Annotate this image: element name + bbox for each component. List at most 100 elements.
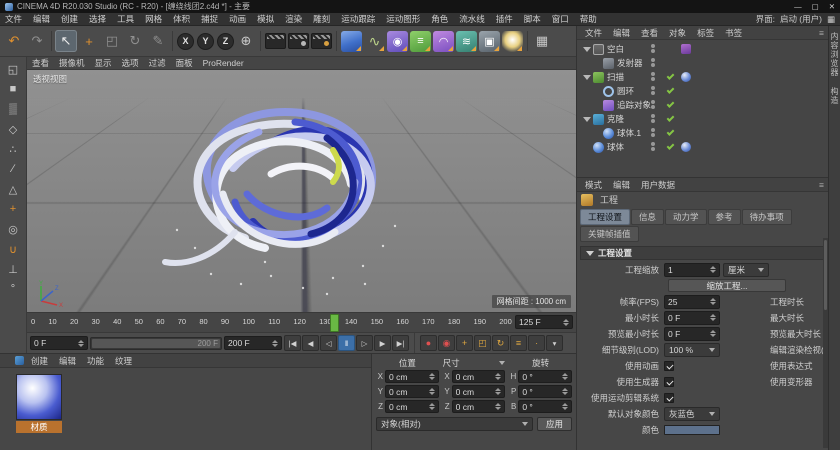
menu-item[interactable]: 角色 (426, 13, 453, 25)
panel-menu-icon[interactable]: ≡ (819, 180, 824, 190)
rotation-b-field[interactable]: 0 ° (518, 400, 572, 413)
coordinate-system-icon[interactable]: ⊕ (235, 30, 257, 52)
key-scale-button[interactable]: ◰ (474, 335, 491, 351)
visibility-dots[interactable] (651, 142, 655, 151)
autokey-button[interactable]: ◉ (438, 335, 455, 351)
object-row[interactable]: 克隆 (577, 112, 828, 126)
viewport-menu-item[interactable]: 摄像机 (54, 57, 90, 69)
tab-structure[interactable]: 构造 (829, 87, 840, 105)
scale-project-button[interactable]: 缩放工程... (668, 279, 786, 292)
coordinate-space-dropdown[interactable]: 对象(相对) (376, 417, 533, 431)
apply-button[interactable]: 应用 (537, 417, 572, 431)
color-swatch[interactable] (664, 425, 720, 435)
object-row[interactable]: 球体 (577, 140, 828, 154)
tangled-spline-object[interactable] (27, 70, 576, 312)
material-menu-item[interactable]: 纹理 (110, 355, 137, 367)
spinner[interactable] (269, 340, 278, 347)
minimize-button[interactable]: — (794, 2, 802, 11)
object-row[interactable]: 发射器 (577, 56, 828, 70)
object-manager-menu-item[interactable]: 查看 (636, 27, 663, 39)
project-scale-field[interactable]: 1 (664, 263, 720, 277)
close-button[interactable]: ✕ (829, 2, 835, 11)
min-time-field[interactable]: 0 F (664, 311, 720, 325)
visibility-dots[interactable] (651, 44, 655, 53)
menu-item[interactable]: 插件 (491, 13, 518, 25)
size-y-field[interactable]: 0 cm (452, 385, 506, 398)
menu-item[interactable]: 选择 (84, 13, 111, 25)
section-header[interactable]: 工程设置 (580, 246, 825, 260)
viewport-menu-item[interactable]: 选项 (117, 57, 144, 69)
render-view-button[interactable] (265, 33, 286, 49)
prev-key-button[interactable]: ◀ (302, 335, 319, 351)
object-row[interactable]: 圆环 (577, 84, 828, 98)
enable-axis-icon[interactable]: + (3, 199, 23, 219)
undo-icon[interactable]: ↶ (3, 30, 25, 52)
menu-item[interactable]: 模拟 (252, 13, 279, 25)
play-pause-button[interactable]: ‖ (338, 335, 355, 351)
position-z-field[interactable]: 0 cm (385, 400, 439, 413)
use-animation-checkbox[interactable] (664, 361, 674, 371)
next-frame-button[interactable]: ▷ (356, 335, 373, 351)
edit-render-settings-button[interactable] (311, 33, 332, 49)
expand-arrow-icon[interactable] (583, 75, 591, 80)
menu-item[interactable]: 网格 (140, 13, 167, 25)
attribute-tab[interactable]: 动力学 (665, 209, 707, 225)
render-to-picture-viewer-button[interactable] (288, 33, 309, 49)
menu-item[interactable]: 雕刻 (308, 13, 335, 25)
attribute-menu-item[interactable]: 模式 (580, 179, 607, 191)
make-editable-icon[interactable]: ◱ (3, 59, 23, 79)
rotate-tool[interactable]: ↻ (124, 30, 146, 52)
size-column-header[interactable]: 尺寸 (443, 357, 506, 369)
material-menu-item[interactable]: 创建 (26, 355, 53, 367)
polygons-mode-icon[interactable]: △ (3, 179, 23, 199)
keyframe-selection-button[interactable]: ▾ (546, 335, 563, 351)
enabled-check-icon[interactable] (667, 114, 675, 122)
next-key-button[interactable]: ▶ (374, 335, 391, 351)
object-row[interactable]: 扫描 (577, 70, 828, 84)
menu-item[interactable]: 窗口 (547, 13, 574, 25)
last-tool[interactable]: ✎ (147, 30, 169, 52)
enabled-check-icon[interactable] (667, 86, 675, 94)
visibility-dots[interactable] (651, 100, 655, 109)
visibility-dots[interactable] (651, 72, 655, 81)
viewport-menu-item[interactable]: 查看 (27, 57, 54, 69)
menu-item[interactable]: 体积 (168, 13, 195, 25)
object-row[interactable]: 球体.1 (577, 126, 828, 140)
viewport-menu-item[interactable]: ProRender (198, 58, 249, 68)
spinner[interactable] (560, 319, 569, 326)
lod-dropdown[interactable]: 100 % (664, 343, 720, 357)
viewport-solo-icon[interactable]: ◎ (3, 219, 23, 239)
maximize-button[interactable]: ▢ (812, 2, 819, 11)
menu-item[interactable]: 捕捉 (196, 13, 223, 25)
panel-menu-icon[interactable]: ≡ (819, 28, 824, 38)
menu-item[interactable]: 流水线 (454, 13, 490, 25)
attribute-tab[interactable]: 工程设置 (580, 209, 630, 225)
texture-mode-icon[interactable]: ▒ (3, 99, 23, 119)
menu-item[interactable]: 创建 (56, 13, 83, 25)
size-x-field[interactable]: 0 cm (452, 370, 506, 383)
default-object-color-dropdown[interactable]: 灰蓝色 (664, 407, 720, 421)
fps-field[interactable]: 25 (664, 295, 720, 309)
timeline-ruler[interactable]: 0 10 20 30 40 50 60 70 80 90 100 110 120 130 140 150 160… (27, 312, 576, 333)
scale-tool[interactable]: ◰ (101, 30, 123, 52)
move-tool[interactable]: + (78, 30, 100, 52)
layout-grid-icon[interactable]: ▦ (531, 30, 553, 52)
points-mode-icon[interactable]: ∴ (3, 139, 23, 159)
add-cube-primitive-button[interactable] (341, 31, 362, 52)
material-name[interactable]: 材质 (16, 421, 62, 433)
visibility-dots[interactable] (651, 114, 655, 123)
visibility-dots[interactable] (651, 58, 655, 67)
rotation-h-field[interactable]: 0 ° (518, 370, 572, 383)
position-x-field[interactable]: 0 cm (385, 370, 439, 383)
range-start-field[interactable]: 0 F (30, 336, 88, 350)
menu-item[interactable]: 运动跟踪 (336, 13, 380, 25)
attribute-tab[interactable]: 关键帧插值 (580, 226, 639, 242)
position-y-field[interactable]: 0 cm (385, 385, 439, 398)
workplane-mode-icon[interactable]: ◇ (3, 119, 23, 139)
visibility-dots[interactable] (651, 128, 655, 137)
menu-item[interactable]: 工具 (112, 13, 139, 25)
model-mode-icon[interactable]: ■ (3, 79, 23, 99)
menu-item[interactable]: 帮助 (575, 13, 602, 25)
visibility-dots[interactable] (651, 86, 655, 95)
object-manager-menu-item[interactable]: 对象 (664, 27, 691, 39)
